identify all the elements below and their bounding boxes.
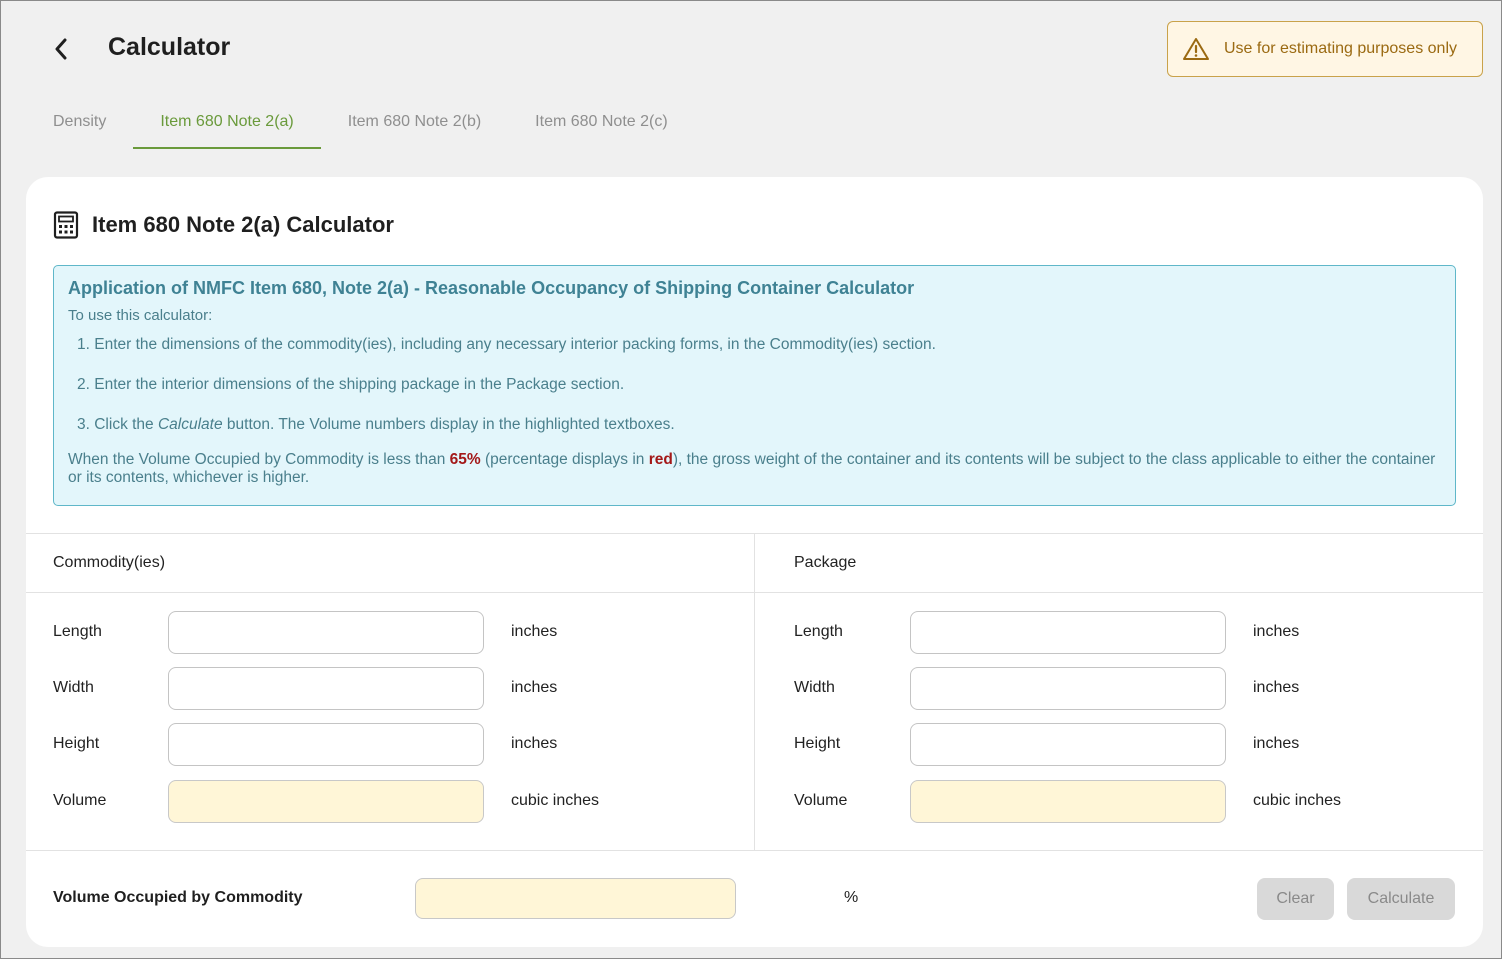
card-title-text: Item 680 Note 2(a) Calculator [92, 212, 394, 237]
package-width-label: Width [794, 679, 835, 696]
percent-unit: % [844, 889, 859, 906]
instructions-step-1: 1. Enter the dimensions of the commodity… [77, 336, 936, 353]
tab-item-680-note-2b[interactable]: Item 680 Note 2(b) [321, 101, 508, 149]
calculator-icon [53, 211, 79, 239]
note-red-word: red [648, 451, 673, 468]
package-width-unit: inches [1253, 679, 1300, 696]
note-text-middle: (percentage displays in [480, 451, 649, 468]
package-volume-unit: cubic inches [1253, 792, 1342, 809]
package-width-input[interactable] [910, 667, 1226, 710]
clear-button[interactable]: Clear [1257, 878, 1334, 920]
package-length-unit: inches [1253, 623, 1300, 640]
calculator-tabs: Density Item 680 Note 2(a) Item 680 Note… [26, 101, 695, 149]
package-volume-label: Volume [794, 792, 848, 809]
commodity-length-input[interactable] [168, 611, 484, 654]
commodity-volume-output [168, 780, 484, 823]
calculator-card: Item 680 Note 2(a) Calculator Applicatio… [26, 177, 1483, 947]
note-text-start: When the Volume Occupied by Commodity is… [68, 451, 450, 468]
commodity-section-heading: Commodity(ies) [53, 554, 166, 571]
package-length-input[interactable] [910, 611, 1226, 654]
step3-text-start: 3. Click the [77, 416, 158, 433]
commodity-volume-label: Volume [53, 792, 107, 809]
back-button[interactable] [45, 31, 77, 67]
tab-density[interactable]: Density [26, 101, 133, 149]
step3-calculate-emphasis: Calculate [157, 416, 223, 433]
tab-item-680-note-2c[interactable]: Item 680 Note 2(c) [508, 101, 695, 149]
estimate-warning-banner: Use for estimating purposes only [1167, 21, 1483, 77]
step3-text-end: button. The Volume numbers display in th… [222, 416, 675, 433]
instructions-step-3: 3. Click the Calculate button. The Volum… [77, 416, 1441, 456]
commodity-volume-unit: cubic inches [511, 792, 600, 809]
package-section-heading: Package [794, 554, 857, 571]
commodity-width-input[interactable] [168, 667, 484, 710]
commodity-height-input[interactable] [168, 723, 484, 766]
commodity-length-unit: inches [511, 623, 558, 640]
package-length-label: Length [794, 623, 843, 640]
warning-triangle-icon [1183, 38, 1209, 60]
commodity-width-label: Width [53, 679, 94, 696]
instructions-note: When the Volume Occupied by Commodity is… [68, 451, 1441, 487]
commodity-height-unit: inches [511, 735, 558, 752]
instructions-step-2: 2. Enter the interior dimensions of the … [77, 376, 625, 393]
package-volume-output [910, 780, 1226, 823]
volume-occupied-label: Volume Occupied by Commodity [53, 889, 303, 906]
package-height-unit: inches [1253, 735, 1300, 752]
page-header: Calculator Use for estimating purposes o… [1, 1, 1501, 96]
commodity-length-label: Length [53, 623, 102, 640]
volume-occupied-output [415, 878, 736, 919]
calculate-button[interactable]: Calculate [1347, 878, 1455, 920]
package-height-label: Height [794, 735, 841, 752]
tab-item-680-note-2a[interactable]: Item 680 Note 2(a) [133, 101, 322, 149]
chevron-left-icon [55, 38, 67, 60]
commodity-width-unit: inches [511, 679, 558, 696]
section-divider-vertical [754, 533, 755, 851]
commodity-height-label: Height [53, 735, 100, 752]
package-height-input[interactable] [910, 723, 1226, 766]
instructions-steps: 1. Enter the dimensions of the commodity… [68, 336, 1441, 456]
page-title: Calculator [108, 33, 231, 61]
card-title: Item 680 Note 2(a) Calculator [53, 211, 394, 239]
instructions-panel: Application of NMFC Item 680, Note 2(a) … [53, 265, 1456, 506]
instructions-title: Application of NMFC Item 680, Note 2(a) … [68, 278, 915, 298]
instructions-intro: To use this calculator: [68, 307, 213, 324]
note-threshold-percent: 65% [449, 451, 481, 468]
warning-text: Use for estimating purposes only [1224, 40, 1457, 57]
